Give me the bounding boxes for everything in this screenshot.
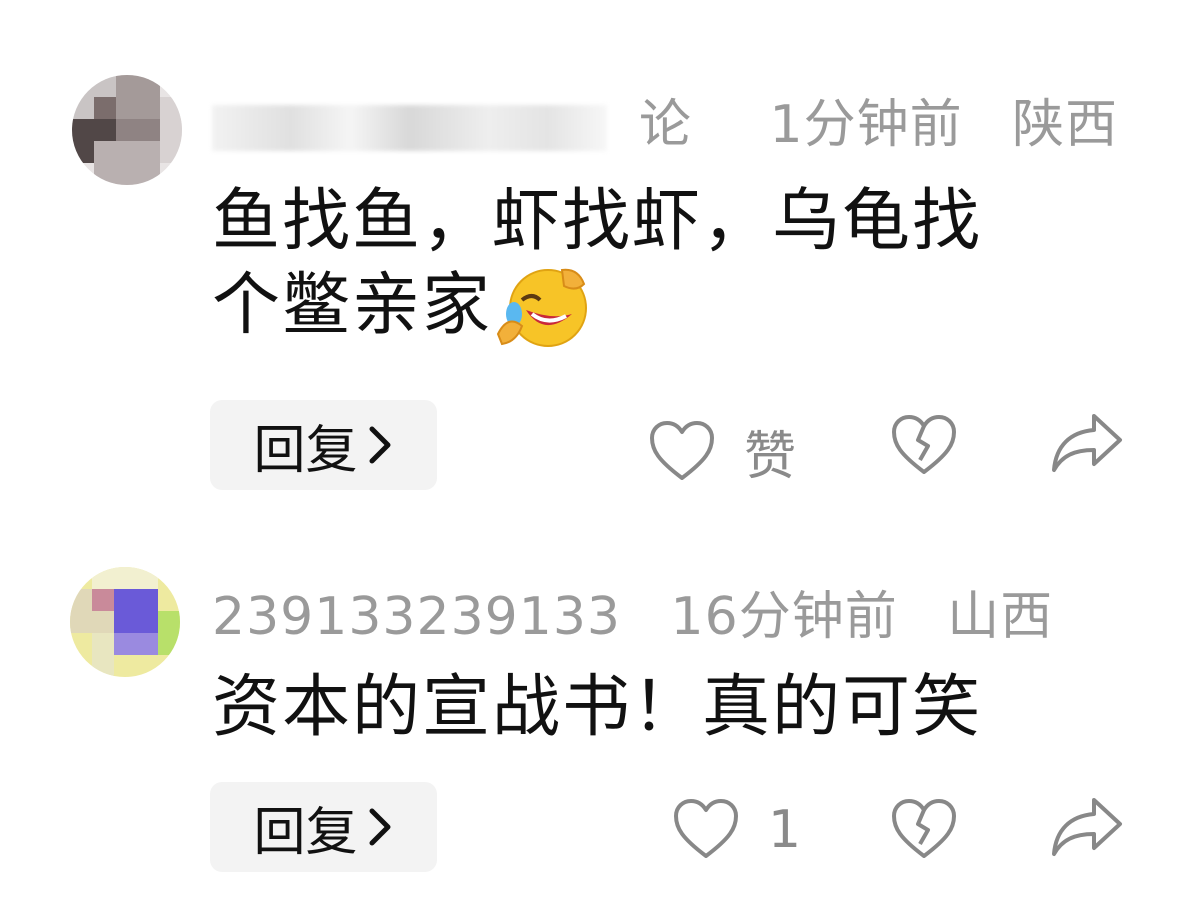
reply-label: 回复: [253, 802, 358, 863]
broken-heart-icon: [890, 798, 958, 862]
comment-text: 鱼找鱼，虾找虾，乌龟找 个鳖亲家: [212, 180, 1112, 348]
comment-item: 论 1分钟前 陕西 鱼找鱼，虾找虾，乌龟找 个鳖亲家 回复 赞: [0, 0, 1200, 510]
comment-item: 239133239133 16分钟前 山西 资本的宣战书！真的可笑 回复 1: [0, 510, 1200, 898]
share-icon: [1050, 410, 1124, 476]
heart-icon: [648, 420, 716, 484]
like-button[interactable]: 赞: [648, 414, 796, 489]
rofl-emoji: [492, 264, 592, 348]
chevron-right-icon: [368, 807, 394, 847]
like-label: 赞: [744, 427, 797, 487]
heart-icon: [672, 798, 740, 862]
dislike-button[interactable]: [890, 414, 958, 478]
dislike-button[interactable]: [890, 798, 958, 862]
avatar[interactable]: [72, 75, 182, 185]
share-icon: [1050, 794, 1124, 860]
comment-text-line: 个鳖亲家: [212, 264, 1112, 348]
comment-text-line-content: 个鳖亲家: [212, 266, 493, 345]
like-button[interactable]: 1: [672, 798, 801, 862]
reply-button[interactable]: 回复: [210, 400, 437, 490]
comment-location: 山西: [947, 587, 1054, 647]
comment-location: 陕西: [1012, 95, 1119, 155]
comment-meta: 论 1分钟前 陕西: [212, 82, 1150, 157]
comment-text-line: 资本的宣战书！真的可笑: [212, 668, 983, 747]
username[interactable]: 239133239133: [212, 587, 621, 647]
share-button[interactable]: [1050, 410, 1124, 476]
reply-label: 回复: [253, 420, 358, 481]
chevron-right-icon: [368, 425, 394, 465]
username[interactable]: 论: [639, 95, 692, 155]
reply-button[interactable]: 回复: [210, 782, 437, 872]
comment-time: 1分钟前: [769, 95, 963, 155]
broken-heart-icon: [890, 414, 958, 478]
share-button[interactable]: [1050, 794, 1124, 860]
username-blurred[interactable]: [212, 105, 607, 151]
comment-text-line: 鱼找鱼，虾找虾，乌龟找: [212, 182, 983, 261]
like-count: 1: [768, 800, 802, 860]
comment-text: 资本的宣战书！真的可笑: [212, 666, 1112, 750]
comment-meta: 239133239133 16分钟前 山西: [212, 574, 1085, 649]
comment-time: 16分钟前: [670, 587, 898, 647]
avatar[interactable]: [70, 567, 180, 677]
